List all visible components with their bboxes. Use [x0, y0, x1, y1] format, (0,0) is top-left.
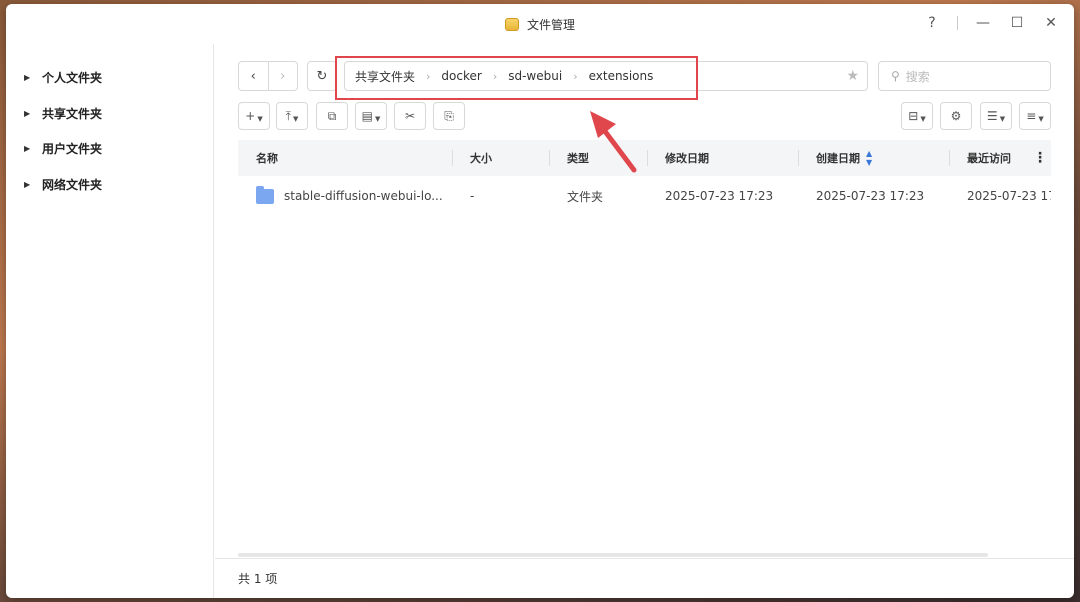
caret-right-icon: ▶ — [24, 144, 31, 154]
back-button[interactable]: ‹ — [239, 62, 268, 90]
file-modified: 2025-07-23 17:23 — [665, 189, 774, 203]
create-button[interactable]: + ▼ — [238, 102, 270, 130]
column-type[interactable]: 类型 — [567, 140, 589, 176]
history-nav: ‹ › — [238, 61, 298, 91]
status-bar: 共 1 项 — [215, 558, 1074, 598]
search-icon: ⚲ — [891, 69, 900, 83]
sidebar-item-user-folder[interactable]: ▶ 用户文件夹 — [6, 131, 213, 167]
table-row[interactable]: stable-diffusion-webui-lo... - 文件夹 2025-… — [238, 178, 1051, 214]
breadcrumb-sd-webui[interactable]: sd-webui — [508, 69, 562, 83]
file-manager-app-icon — [504, 17, 519, 31]
sidebar-item-network-folder[interactable]: ▶ 网络文件夹 — [6, 167, 213, 203]
copy-button[interactable]: ⧉ — [316, 102, 348, 130]
file-manager-window: 文件管理 ? — ☐ ✕ ▶ 个人文件夹 ▶ 共享文件夹 ▶ 用户文件夹 ▶ 网… — [6, 4, 1074, 598]
column-created-label: 创建日期 — [816, 152, 860, 165]
column-divider[interactable] — [452, 150, 453, 166]
breadcrumb-shared-folder[interactable]: 共享文件夹 — [355, 68, 415, 85]
column-options-icon[interactable]: ⋮ — [1033, 140, 1047, 176]
column-size[interactable]: 大小 — [470, 140, 492, 176]
sidebar: ▶ 个人文件夹 ▶ 共享文件夹 ▶ 用户文件夹 ▶ 网络文件夹 — [6, 44, 214, 598]
file-accessed: 2025-07-23 17: — [967, 189, 1051, 203]
sort-desc-icon: ▲ ▼ — [866, 149, 873, 167]
column-divider[interactable] — [549, 150, 550, 166]
column-divider[interactable] — [647, 150, 648, 166]
maximize-button[interactable]: ☐ — [1008, 14, 1026, 32]
sidebar-item-label: 网络文件夹 — [42, 177, 103, 192]
caret-right-icon: ▶ — [24, 108, 31, 118]
caret-right-icon: ▶ — [24, 179, 31, 189]
rename-button[interactable]: ⎘ — [433, 102, 465, 130]
main-panel: ‹ › ↻ 共享文件夹 › docker › sd-webui › extens… — [215, 44, 1074, 598]
path-bar[interactable]: 共享文件夹 › docker › sd-webui › extensions ★ — [344, 61, 868, 91]
column-modified[interactable]: 修改日期 — [665, 140, 709, 176]
search-placeholder: 搜索 — [905, 69, 930, 84]
breadcrumb-docker[interactable]: docker — [441, 69, 481, 83]
file-created: 2025-07-23 17:23 — [816, 189, 925, 203]
title-bar: 文件管理 ? — ☐ ✕ — [6, 4, 1074, 44]
window-controls-divider — [957, 16, 958, 30]
upload-button[interactable]: ⤒ ▼ — [276, 102, 308, 130]
close-button[interactable]: ✕ — [1042, 14, 1060, 32]
file-type: 文件夹 — [567, 189, 604, 204]
sidebar-item-personal-folder[interactable]: ▶ 个人文件夹 — [6, 60, 213, 96]
breadcrumb-separator-icon: › — [573, 69, 578, 83]
file-size: - — [470, 189, 475, 203]
minimize-button[interactable]: — — [974, 14, 992, 32]
breadcrumb-extensions[interactable]: extensions — [589, 69, 654, 83]
help-icon[interactable]: ? — [923, 14, 941, 32]
caret-right-icon: ▶ — [24, 73, 31, 83]
sidebar-item-label: 用户文件夹 — [42, 142, 103, 157]
breadcrumb-separator-icon: › — [492, 69, 498, 83]
folder-icon — [256, 185, 274, 204]
settings-button[interactable]: ⚙ — [940, 102, 972, 130]
column-accessed[interactable]: 最近访问 — [967, 140, 1011, 176]
window-title: 文件管理 — [526, 17, 575, 32]
cut-button[interactable]: ✂ — [394, 102, 426, 130]
view-mode-button[interactable]: ☰ ▼ — [980, 102, 1012, 130]
forward-button[interactable]: › — [269, 62, 298, 90]
refresh-button[interactable]: ↻ — [307, 61, 337, 91]
table-header: 名称 大小 类型 修改日期 创建日期 ▲ ▼ 最近访问 ⋮ — [238, 140, 1051, 176]
favorite-star-icon[interactable]: ★ — [846, 68, 859, 84]
sidebar-item-label: 个人文件夹 — [42, 71, 103, 86]
window-controls: ? — ☐ ✕ — [923, 14, 1060, 32]
paste-button[interactable]: ▤ ▼ — [355, 102, 387, 130]
column-name[interactable]: 名称 — [256, 140, 278, 176]
column-created[interactable]: 创建日期 ▲ ▼ — [816, 140, 872, 176]
file-name: stable-diffusion-webui-lo... — [284, 189, 443, 203]
file-name-cell: stable-diffusion-webui-lo... — [256, 178, 443, 214]
item-count: 共 1 项 — [238, 572, 278, 586]
column-divider[interactable] — [798, 150, 799, 166]
horizontal-scrollbar[interactable] — [238, 553, 988, 557]
search-input[interactable]: ⚲ 搜索 — [878, 61, 1051, 91]
sort-button[interactable]: ≡ ▼ — [1019, 102, 1051, 130]
breadcrumb-separator-icon: › — [426, 69, 431, 83]
sidebar-item-label: 共享文件夹 — [42, 106, 103, 121]
tools-button[interactable]: ⊟ ▼ — [901, 102, 933, 130]
sidebar-item-shared-folder[interactable]: ▶ 共享文件夹 — [6, 96, 213, 132]
column-divider[interactable] — [949, 150, 950, 166]
